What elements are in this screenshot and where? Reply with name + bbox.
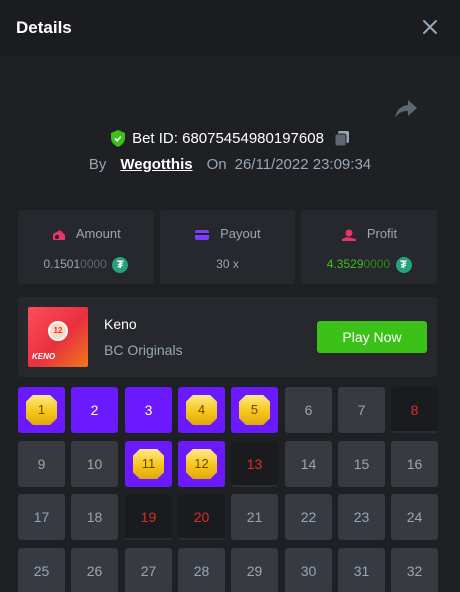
gold-gem-icon: 5 <box>239 395 270 425</box>
keno-cell-2: 2 <box>71 387 118 433</box>
wallet-icon <box>195 229 210 240</box>
keno-cell-30: 30 <box>285 548 332 592</box>
keno-logo-text: KENO <box>32 352 56 361</box>
keno-cell-27: 27 <box>125 548 172 592</box>
keno-cell-24: 24 <box>391 494 438 540</box>
amount-card: Amount 0.15010000 ₮ <box>18 210 154 284</box>
keno-cell-11: 11 <box>125 441 172 487</box>
keno-cell-13: 13 <box>231 441 278 487</box>
modal-title: Details <box>16 18 72 37</box>
keno-thumbnail[interactable]: 12 KENO <box>28 307 88 367</box>
play-now-button[interactable]: Play Now <box>317 321 427 353</box>
bet-meta-row: By Wegotthis On 26/11/2022 23:09:34 <box>0 156 460 176</box>
tether-coin-icon: ₮ <box>112 257 129 273</box>
profit-card: Profit 4.35290000 ₮ <box>301 210 438 284</box>
keno-cell-29: 29 <box>231 548 278 592</box>
gold-gem-icon: 12 <box>186 449 217 479</box>
keno-cell-15: 15 <box>338 441 385 487</box>
payout-label: Payout <box>220 226 261 241</box>
amount-label: Amount <box>75 226 121 241</box>
keno-cell-32: 32 <box>391 548 438 592</box>
keno-ball-icon: 12 <box>48 321 68 341</box>
game-name: Keno <box>104 316 137 332</box>
keno-cell-16: 16 <box>391 441 438 487</box>
keno-cell-8: 8 <box>391 387 438 433</box>
gold-gem-icon: 1 <box>26 395 57 425</box>
game-card: 12 KENO Keno BC Originals Play Now <box>18 297 437 377</box>
keno-cell-1: 1 <box>18 387 65 433</box>
modal-header: Details <box>0 0 460 56</box>
keno-cell-23: 23 <box>338 494 385 540</box>
profit-icon <box>342 229 357 241</box>
gold-gem-icon: 11 <box>133 449 164 479</box>
keno-cell-7: 7 <box>338 387 385 433</box>
on-label: On <box>206 156 227 173</box>
tether-coin-icon: ₮ <box>395 257 412 273</box>
keno-cell-5: 5 <box>231 387 278 433</box>
keno-cell-20: 20 <box>178 494 225 540</box>
bet-datetime: 26/11/2022 23:09:34 <box>234 156 372 173</box>
keno-cell-18: 18 <box>71 494 118 540</box>
profit-label: Profit <box>366 226 398 241</box>
keno-cell-4: 4 <box>178 387 225 433</box>
copy-icon[interactable] <box>334 130 350 147</box>
amount-icon <box>52 229 65 240</box>
payout-value: 30 x <box>216 257 239 271</box>
profit-value: 4.35290000 ₮ <box>301 257 437 273</box>
gold-gem-icon: 4 <box>186 395 217 425</box>
keno-cell-14: 14 <box>285 441 332 487</box>
keno-cell-28: 28 <box>178 548 225 592</box>
keno-cell-21: 21 <box>231 494 278 540</box>
share-icon[interactable] <box>394 98 418 120</box>
keno-cell-26: 26 <box>71 548 118 592</box>
keno-cell-17: 17 <box>18 494 65 540</box>
close-icon[interactable] <box>418 15 442 39</box>
payout-card: Payout 30 x <box>159 210 296 284</box>
keno-cell-12: 12 <box>178 441 225 487</box>
keno-cell-19: 19 <box>125 494 172 540</box>
bet-stats: Amount 0.15010000 ₮ Payout 30 x Profit 4… <box>18 210 438 284</box>
keno-cell-22: 22 <box>285 494 332 540</box>
amount-value: 0.15010000 ₮ <box>18 257 154 273</box>
username-link[interactable]: Wegotthis <box>120 156 192 173</box>
by-label: By <box>88 156 107 173</box>
keno-cell-31: 31 <box>338 548 385 592</box>
keno-cell-9: 9 <box>18 441 65 487</box>
keno-cell-25: 25 <box>18 548 65 592</box>
game-provider: BC Originals <box>104 342 183 358</box>
keno-cell-3: 3 <box>125 387 172 433</box>
bet-id-row: Bet ID: 68075454980197608 <box>0 130 460 150</box>
keno-cell-6: 6 <box>285 387 332 433</box>
verified-shield-icon <box>111 130 126 147</box>
keno-cell-10: 10 <box>71 441 118 487</box>
bet-id: Bet ID: 68075454980197608 <box>132 130 324 147</box>
